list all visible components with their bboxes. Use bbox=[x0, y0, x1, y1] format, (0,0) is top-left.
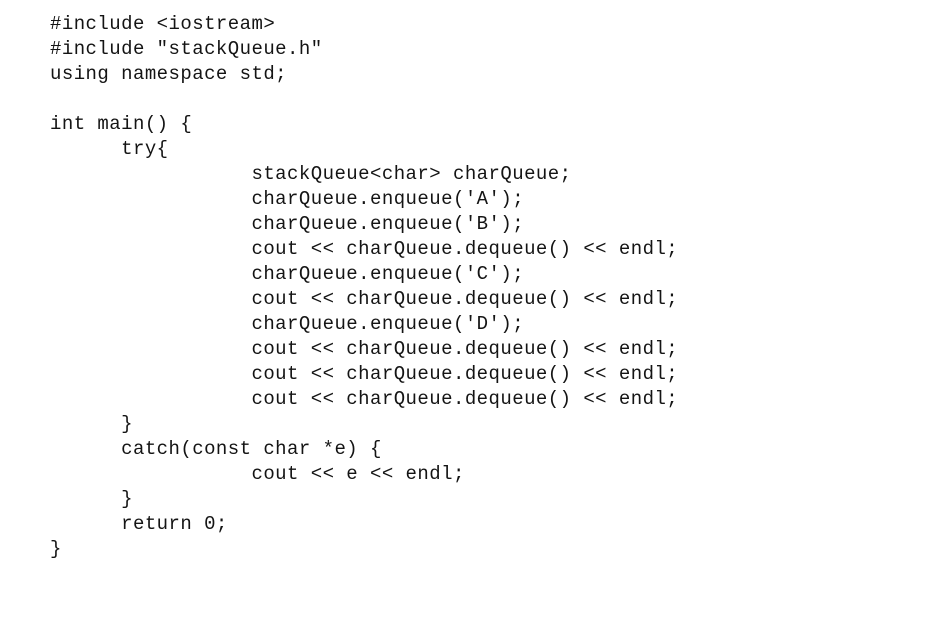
code-line: charQueue.enqueue('A'); bbox=[50, 188, 525, 210]
code-line: cout << charQueue.dequeue() << endl; bbox=[50, 238, 679, 260]
code-line: cout << charQueue.dequeue() << endl; bbox=[50, 388, 679, 410]
code-line: using namespace std; bbox=[50, 63, 288, 85]
code-line: cout << charQueue.dequeue() << endl; bbox=[50, 338, 679, 360]
code-line: charQueue.enqueue('D'); bbox=[50, 313, 525, 335]
code-line: #include "stackQueue.h" bbox=[50, 38, 323, 60]
code-line: #include <iostream> bbox=[50, 13, 276, 35]
code-line: } bbox=[50, 413, 133, 435]
code-line: catch(const char *e) { bbox=[50, 438, 382, 460]
code-line: cout << charQueue.dequeue() << endl; bbox=[50, 363, 679, 385]
code-line: stackQueue<char> charQueue; bbox=[50, 163, 572, 185]
code-listing: #include <iostream> #include "stackQueue.… bbox=[50, 12, 910, 562]
code-line: } bbox=[50, 488, 133, 510]
code-line: try{ bbox=[50, 138, 169, 160]
code-line: } bbox=[50, 538, 62, 560]
code-line: int main() { bbox=[50, 113, 193, 135]
code-line: charQueue.enqueue('C'); bbox=[50, 263, 525, 285]
code-line: return 0; bbox=[50, 513, 228, 535]
code-line: cout << e << endl; bbox=[50, 463, 465, 485]
code-line: cout << charQueue.dequeue() << endl; bbox=[50, 288, 679, 310]
code-line: charQueue.enqueue('B'); bbox=[50, 213, 525, 235]
